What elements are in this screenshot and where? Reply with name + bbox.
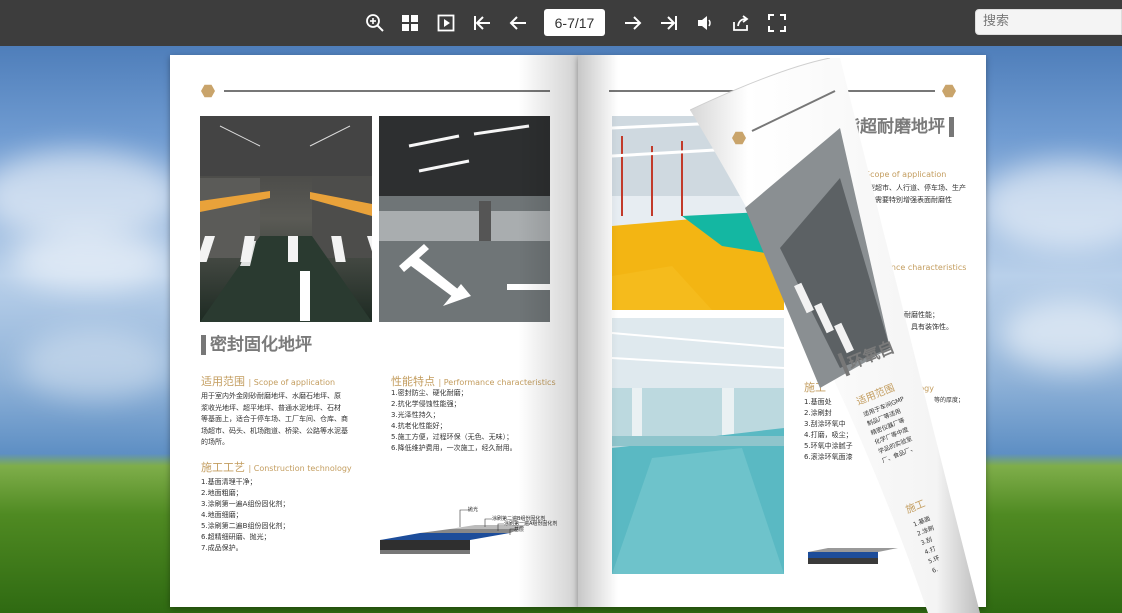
construction-steps: 1.基面清理干净； 2.地面粗磨； 3.涂刷第一遍A组份固化剂； 4.地面细磨；… xyxy=(201,478,290,552)
search-input[interactable]: 搜索 xyxy=(975,9,1122,35)
performance-list: 1.密封防尘、硬化耐磨； 2.抗化学侵蚀性能强； 3.光泽性持久； 4.抗老化性… xyxy=(391,389,517,452)
diagram-label-base: 基层 xyxy=(514,527,525,533)
section-title: 密封固化地坪 xyxy=(201,335,312,355)
last-page-icon[interactable] xyxy=(654,8,684,38)
page-curl[interactable]: 环氧自 适用范围 适用于车间GMP 制品厂等适用 精密仪器厂等 化学厂等中度 学… xyxy=(690,58,990,613)
construction-heading: 施工工艺 | Construction technology xyxy=(201,461,352,474)
polished-floor-photo xyxy=(379,116,550,322)
scope-heading: 适用范围 | Scope of application xyxy=(201,375,336,388)
prev-page-icon[interactable] xyxy=(503,8,533,38)
zoom-in-icon[interactable] xyxy=(360,8,390,38)
autoplay-icon[interactable] xyxy=(431,8,461,38)
header-rule xyxy=(224,90,550,92)
share-icon[interactable] xyxy=(726,8,756,38)
parking-garage-photo xyxy=(200,116,372,322)
scope-text: 用于室内外金刚砂耐磨地坪、水磨石地坪、原 浆收光地坪、超平地坪、普通水泥地坪、石… xyxy=(201,392,348,446)
fullscreen-icon[interactable] xyxy=(762,8,792,38)
next-page-icon[interactable] xyxy=(618,8,648,38)
left-page[interactable]: 密封固化地坪 适用范围 | Scope of application 用于室内外… xyxy=(170,55,578,607)
floor-layer-diagram: 抛光 涂刷第二遍B组份固化剂 涂刷第一遍A组份固化剂 基层 xyxy=(380,505,560,560)
page-indicator[interactable]: 6-7/17 xyxy=(544,9,605,36)
first-page-icon[interactable] xyxy=(467,8,497,38)
diagram-label-first-coat: 涂刷第一遍A组份固化剂 xyxy=(504,521,558,527)
thumbnails-icon[interactable] xyxy=(395,8,425,38)
diagram-label-second-coat: 涂刷第二遍B组份固化剂 xyxy=(492,516,546,522)
performance-heading: 性能特点 | Performance characteristics xyxy=(391,375,556,388)
curl-side-text: 等的厚度； xyxy=(934,397,965,404)
toolbar: 6-7/17 搜索 xyxy=(0,0,1122,46)
diagram-label-polish: 抛光 xyxy=(468,507,479,513)
sound-icon[interactable] xyxy=(690,8,720,38)
page-badge-left xyxy=(201,84,215,98)
